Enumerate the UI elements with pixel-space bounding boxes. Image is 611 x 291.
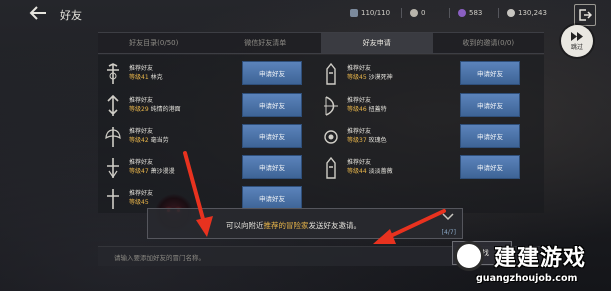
watermark-url: guangzhoujob.com <box>476 273 578 284</box>
cross-emblem-icon <box>102 62 124 86</box>
list-item: 推荐好友 等级42 毫当劳 申请好友 <box>98 124 308 150</box>
recommend-tag: 推荐好友 <box>129 159 154 166</box>
axe-emblem-icon <box>102 125 124 149</box>
hint-prefix: 可以向附近 <box>226 221 264 230</box>
arrow-emblem-icon <box>102 94 124 118</box>
list-item: 推荐好友 等级47 萧沙漫漫 申请好友 <box>98 155 308 181</box>
level-text: 等级37 <box>347 137 367 144</box>
level-text: 等级42 <box>129 137 149 144</box>
request-friend-button[interactable]: 申请好友 <box>242 124 302 148</box>
gold-counter: 0 <box>410 6 425 19</box>
level-text: 等级41 <box>129 74 149 81</box>
player-name: 毫当劳 <box>150 137 169 144</box>
request-friend-button[interactable]: 申请好友 <box>460 155 520 179</box>
tab-friend-list[interactable]: 好友目录(0/50) <box>98 33 210 53</box>
recommend-tag: 推荐好友 <box>347 128 372 135</box>
recommend-tag: 推荐好友 <box>129 65 154 72</box>
request-friend-button[interactable]: 申请好友 <box>242 155 302 179</box>
request-friend-button[interactable]: 申请好友 <box>242 61 302 85</box>
silver-counter: 130,243 <box>507 6 547 19</box>
request-friend-button[interactable]: 申请好友 <box>460 61 520 85</box>
hint-message: 可以向附近推荐的冒险家发送好友邀请。 <box>226 220 361 231</box>
player-name: 玫瑰色 <box>368 137 387 144</box>
top-bar: 好友 110/110 0 583 130,243 <box>0 0 611 26</box>
friend-tabs: 好友目录(0/50) 微信好友清单 好友申请 收到的邀请(0/0) <box>98 32 544 54</box>
gold-value: 0 <box>421 8 426 17</box>
energy-icon <box>350 8 358 17</box>
hint-counter: [4/7] <box>441 229 456 236</box>
recommend-tag: 推荐好友 <box>129 97 154 104</box>
list-item: 推荐好友 等级29 纯情的港面 申请好友 <box>98 93 308 119</box>
silver-value: 130,243 <box>518 8 547 17</box>
request-friend-button[interactable]: 申请好友 <box>242 186 302 210</box>
recommendation-panel: 推荐好友 等级41 林克 申请好友 推荐好友 等级29 纯情的港面 申请好友 推荐好… <box>98 55 544 213</box>
skip-button[interactable]: 跳过 <box>561 25 593 57</box>
list-item: 推荐好友 等级46 扭蓋特 申请好友 <box>316 93 526 119</box>
request-friend-button[interactable]: 申请好友 <box>460 124 520 148</box>
recommend-tag: 推荐好友 <box>347 65 372 72</box>
level-text: 等级46 <box>347 106 367 113</box>
exit-icon <box>579 9 592 21</box>
energy-counter: 110/110 <box>350 6 390 19</box>
tower-emblem-icon <box>320 156 342 180</box>
divider <box>498 8 499 18</box>
tab-wechat-friends[interactable]: 微信好友清单 <box>210 33 322 53</box>
recommend-tag: 推荐好友 <box>347 97 372 104</box>
bow-emblem-icon <box>320 94 342 118</box>
fast-forward-icon <box>571 31 583 41</box>
watermark-text: 建建游戏 <box>494 246 587 271</box>
gem-value: 583 <box>469 8 483 17</box>
tab-received-invites[interactable]: 收到的邀请(0/0) <box>433 33 545 53</box>
tab-friend-request[interactable]: 好友申请 <box>321 33 433 53</box>
tower-emblem-icon <box>320 62 342 86</box>
silver-coin-icon <box>507 8 515 17</box>
site-watermark: 建建游戏 guangzhoujob.com <box>452 238 611 291</box>
level-text: 等级45 <box>347 74 367 81</box>
orb-emblem-icon <box>320 125 342 149</box>
player-name: 林克 <box>150 74 163 81</box>
recommend-tag: 推荐好友 <box>129 128 154 135</box>
list-item: 推荐好友 等级37 玫瑰色 申请好友 <box>316 124 526 150</box>
level-text: 等级47 <box>129 168 149 175</box>
level-text: 等级45 <box>129 199 149 206</box>
player-name: 沙漠死神 <box>368 74 393 81</box>
skip-label: 跳过 <box>570 43 583 51</box>
chevron-down-icon <box>442 213 454 221</box>
list-item: 推荐好友 等级45 沙漠死神 申请好友 <box>316 61 526 87</box>
player-name: 纯情的港面 <box>150 106 181 113</box>
gem-icon <box>458 8 466 17</box>
request-friend-button[interactable]: 申请好友 <box>242 93 302 117</box>
cross-emblem-icon <box>102 187 124 211</box>
request-friend-button[interactable]: 申请好友 <box>460 93 520 117</box>
player-name: 淡淡蔷薇 <box>368 168 393 175</box>
player-name: 扭蓋特 <box>368 106 387 113</box>
hint-suffix: 发送好友邀请。 <box>308 221 362 230</box>
level-text: 等级29 <box>129 106 149 113</box>
divider <box>449 8 450 18</box>
cross-emblem-icon <box>102 156 124 180</box>
list-item: 推荐好友 等级44 淡淡蔷薇 申请好友 <box>316 155 526 181</box>
exit-button[interactable] <box>574 4 596 26</box>
list-item: 推荐好友 等级41 林克 申请好友 <box>98 61 308 87</box>
coin-icon <box>410 8 418 17</box>
player-name: 萧沙漫漫 <box>150 168 175 175</box>
level-text: 等级44 <box>347 168 367 175</box>
gem-counter: 583 <box>458 6 482 19</box>
divider <box>401 8 402 18</box>
page-title: 好友 <box>60 9 82 22</box>
recommend-tag: 推荐好友 <box>347 159 372 166</box>
back-arrow-icon[interactable] <box>28 5 48 21</box>
hint-banner[interactable]: 可以向附近推荐的冒险家发送好友邀请。 [4/7] <box>147 208 463 239</box>
energy-value: 110/110 <box>361 8 391 17</box>
recommend-tag: 推荐好友 <box>129 190 154 197</box>
hint-highlight: 推荐的冒险家 <box>263 221 309 230</box>
watermark-logo <box>454 241 484 271</box>
